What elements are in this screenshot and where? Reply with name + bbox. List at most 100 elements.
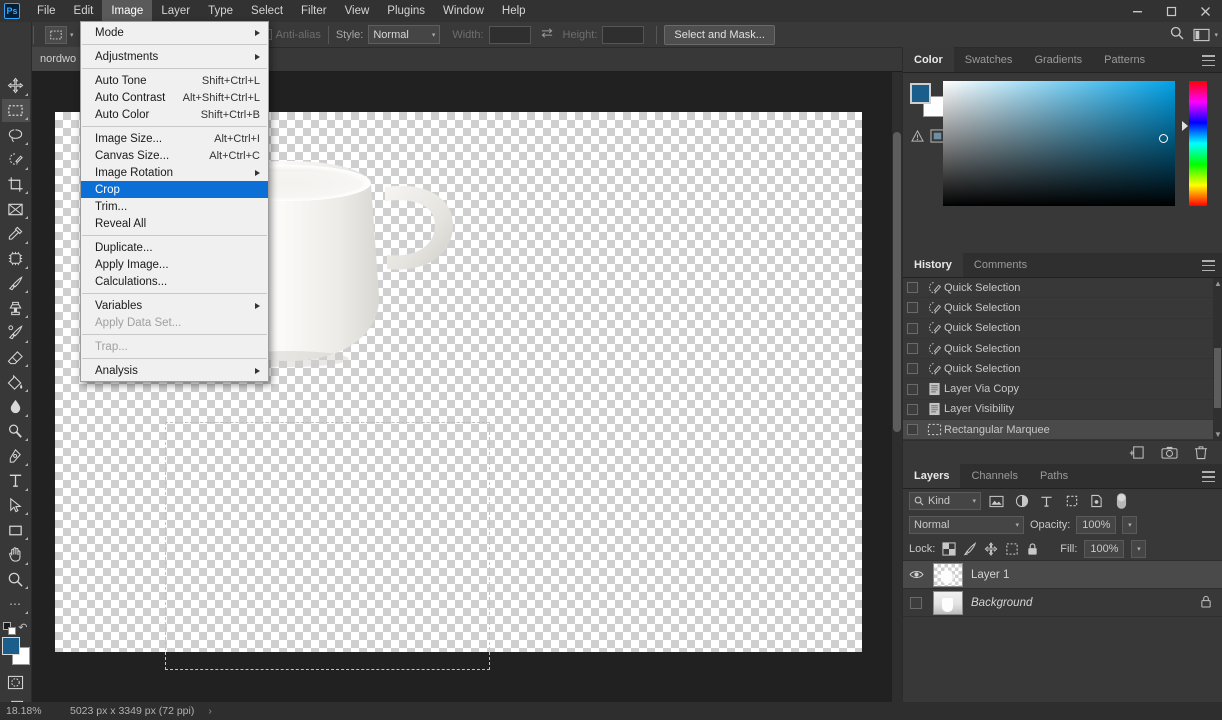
- foreground-color-swatch[interactable]: [910, 83, 931, 104]
- panel-menu-icon[interactable]: [1202, 471, 1215, 483]
- blur-tool[interactable]: [2, 395, 30, 419]
- eye-icon-off[interactable]: [910, 596, 922, 609]
- status-expand-icon[interactable]: ›: [208, 705, 212, 717]
- history-scrollbar[interactable]: ▲ ▼: [1213, 278, 1222, 441]
- pen-tool[interactable]: [2, 444, 30, 468]
- menu-item-canvas-size[interactable]: Canvas Size... Alt+Ctrl+C: [81, 147, 268, 164]
- color-swatches[interactable]: [1, 637, 31, 666]
- eyedropper-tool[interactable]: [2, 222, 30, 246]
- blend-mode-select[interactable]: Normal ▾: [909, 516, 1024, 535]
- crop-tool[interactable]: [2, 173, 30, 197]
- menu-item-auto-contrast[interactable]: Auto Contrast Alt+Shift+Ctrl+L: [81, 89, 268, 106]
- history-list[interactable]: ▲ ▼ Quick Selection Quick Selection Quick …: [903, 278, 1222, 441]
- menu-item-auto-tone[interactable]: Auto Tone Shift+Ctrl+L: [81, 72, 268, 89]
- lock-artboard-icon[interactable]: [1005, 542, 1019, 556]
- panel-menu-icon[interactable]: [1202, 55, 1215, 66]
- search-icon[interactable]: [1169, 25, 1185, 44]
- snapshot-camera-icon[interactable]: [1161, 445, 1178, 460]
- layer-visibility-toggle[interactable]: [907, 596, 925, 609]
- tab-color[interactable]: Color: [903, 47, 954, 72]
- menu-item-image-rotation[interactable]: Image Rotation: [81, 164, 268, 181]
- chevron-down-icon[interactable]: ▾: [972, 497, 976, 505]
- history-snapshot-toggle[interactable]: [907, 424, 918, 436]
- type-filter-icon[interactable]: [1037, 492, 1056, 510]
- menu-item-analysis[interactable]: Analysis: [81, 362, 268, 379]
- rectangle-tool[interactable]: [2, 518, 30, 542]
- path-selection-tool[interactable]: [2, 494, 30, 518]
- menu-type[interactable]: Type: [199, 0, 242, 22]
- type-tool[interactable]: [2, 469, 30, 493]
- color-picker-handle[interactable]: [1159, 134, 1168, 143]
- history-snapshot-toggle[interactable]: [907, 383, 918, 395]
- anti-alias-checkbox[interactable]: Anti-alias: [260, 29, 321, 41]
- history-item[interactable]: Quick Selection: [903, 319, 1222, 339]
- menu-view[interactable]: View: [336, 0, 379, 22]
- tab-gradients[interactable]: Gradients: [1023, 47, 1093, 72]
- swap-arrows-icon[interactable]: [540, 27, 554, 42]
- history-item[interactable]: Quick Selection: [903, 278, 1222, 299]
- panel-menu-icon[interactable]: [1202, 260, 1215, 271]
- menu-select[interactable]: Select: [242, 0, 292, 22]
- zoom-level-value[interactable]: 18.18%: [0, 705, 58, 717]
- menu-filter[interactable]: Filter: [292, 0, 336, 22]
- menu-item-mode[interactable]: Mode: [81, 24, 268, 41]
- hue-strip[interactable]: [1189, 81, 1207, 206]
- history-snapshot-toggle[interactable]: [907, 403, 918, 415]
- scroll-down-arrow[interactable]: ▼: [1214, 430, 1222, 439]
- default-colors-icon[interactable]: [2, 621, 16, 635]
- layer-thumbnail[interactable]: [933, 562, 963, 587]
- menu-item-adjustments[interactable]: Adjustments: [81, 48, 268, 65]
- layer-filter-kind-select[interactable]: Kind ▾: [909, 492, 981, 511]
- style-select[interactable]: Normal ▾: [368, 25, 441, 44]
- chevron-down-icon[interactable]: ▾: [70, 31, 74, 39]
- layers-list[interactable]: Layer 1 Background: [903, 561, 1222, 649]
- opacity-value[interactable]: 100%: [1076, 516, 1117, 535]
- smart-object-filter-icon[interactable]: [1087, 492, 1106, 510]
- menu-plugins[interactable]: Plugins: [378, 0, 434, 22]
- menu-layer[interactable]: Layer: [152, 0, 199, 22]
- history-brush-tool[interactable]: [2, 321, 30, 345]
- menu-help[interactable]: Help: [493, 0, 535, 22]
- maximize-button[interactable]: [1154, 0, 1188, 22]
- move-tool[interactable]: [2, 74, 30, 98]
- scrollbar-thumb[interactable]: [268, 705, 498, 717]
- history-snapshot-toggle[interactable]: [907, 302, 918, 314]
- height-input[interactable]: [602, 25, 645, 44]
- layer-row[interactable]: Background: [903, 589, 1222, 618]
- tab-swatches[interactable]: Swatches: [954, 47, 1024, 72]
- marquee-tool-chip[interactable]: [45, 25, 67, 44]
- new-document-icon[interactable]: [1129, 445, 1145, 460]
- filter-toggle-icon[interactable]: [1112, 492, 1131, 510]
- chevron-down-icon[interactable]: ▾: [1015, 521, 1019, 529]
- history-item[interactable]: Layer Visibility: [903, 400, 1222, 421]
- layer-visibility-toggle[interactable]: [907, 569, 925, 580]
- chevron-down-icon[interactable]: ▾: [1214, 31, 1218, 39]
- scrollbar-thumb[interactable]: [893, 132, 901, 432]
- layer-row[interactable]: Layer 1: [903, 561, 1222, 590]
- menu-edit[interactable]: Edit: [65, 0, 103, 22]
- hand-tool[interactable]: [2, 543, 30, 567]
- menu-item-duplicate[interactable]: Duplicate...: [81, 239, 268, 256]
- tab-comments[interactable]: Comments: [963, 252, 1038, 277]
- pixel-filter-icon[interactable]: [987, 492, 1006, 510]
- menu-item-variables[interactable]: Variables: [81, 297, 268, 314]
- menu-item-image-size[interactable]: Image Size... Alt+Ctrl+I: [81, 130, 268, 147]
- foreground-color-swatch[interactable]: [1, 637, 20, 656]
- menu-item-reveal-all[interactable]: Reveal All: [81, 215, 268, 232]
- tab-history[interactable]: History: [903, 252, 963, 277]
- clone-stamp-tool[interactable]: [2, 296, 30, 320]
- history-snapshot-toggle[interactable]: [907, 322, 918, 334]
- fill-value[interactable]: 100%: [1084, 539, 1125, 558]
- menu-item-apply-image[interactable]: Apply Image...: [81, 256, 268, 273]
- scroll-up-arrow[interactable]: ▲: [1214, 279, 1222, 288]
- history-item[interactable]: Quick Selection: [903, 298, 1222, 319]
- width-input[interactable]: [488, 25, 531, 44]
- menu-window[interactable]: Window: [434, 0, 493, 22]
- history-item[interactable]: Quick Selection: [903, 359, 1222, 380]
- rectangular-marquee-tool[interactable]: [1, 98, 30, 123]
- adjustment-filter-icon[interactable]: [1012, 492, 1031, 510]
- zoom-tool[interactable]: [2, 568, 30, 592]
- lasso-tool[interactable]: [2, 123, 30, 147]
- swap-colors-icon[interactable]: ↶: [18, 621, 27, 634]
- hue-slider-marker[interactable]: [1182, 121, 1188, 131]
